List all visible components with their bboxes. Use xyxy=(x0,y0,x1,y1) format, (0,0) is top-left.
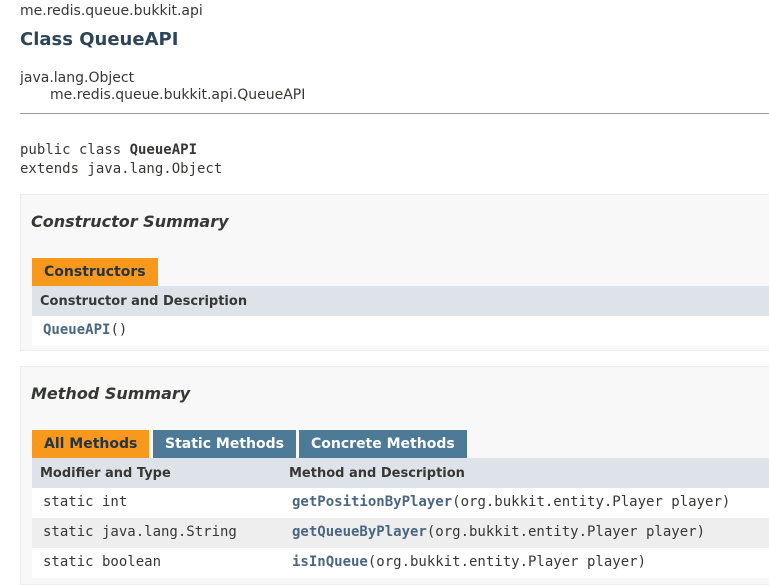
constructor-link[interactable]: QueueAPI xyxy=(43,322,110,338)
method-params: (org.bukkit.entity.Player player) xyxy=(367,554,647,570)
page-title: Class QueueAPI xyxy=(20,29,179,50)
inheritance-child: me.redis.queue.bukkit.api.QueueAPI xyxy=(50,87,306,103)
method-link[interactable]: isInQueue xyxy=(292,554,368,570)
table-row: static boolean isInQueue(org.bukkit.enti… xyxy=(32,548,769,578)
method-modifier: static java.lang.String xyxy=(43,524,237,540)
method-modifier: static int xyxy=(43,494,128,510)
constructor-header-label: Constructor and Description xyxy=(40,294,248,309)
class-signature: public class QueueAPI xyxy=(20,142,197,158)
method-link[interactable]: getPositionByPlayer xyxy=(292,494,452,510)
tab-static-methods[interactable]: Static Methods xyxy=(153,430,296,458)
constructor-summary: Constructor Summary Constructors Constru… xyxy=(20,194,769,351)
method-link[interactable]: getQueueByPlayer xyxy=(292,524,427,540)
signature-prefix: public class xyxy=(20,142,130,158)
method-table-header: Modifier and Type Method and Description xyxy=(32,458,769,488)
signature-class-name: QueueAPI xyxy=(129,142,198,158)
method-params: (org.bukkit.entity.Player player) xyxy=(452,494,731,510)
table-row: static int getPositionByPlayer(org.bukki… xyxy=(32,488,769,518)
constructor-summary-title: Constructor Summary xyxy=(31,212,229,231)
divider xyxy=(20,113,769,114)
table-row: static java.lang.String getQueueByPlayer… xyxy=(32,518,769,548)
tab-concrete-methods[interactable]: Concrete Methods xyxy=(299,430,467,458)
tab-constructors[interactable]: Constructors xyxy=(32,258,158,286)
extends-line: extends java.lang.Object xyxy=(20,161,223,177)
package-label: me.redis.queue.bukkit.api xyxy=(20,3,203,19)
method-summary: Method Summary All Methods Static Method… xyxy=(20,366,769,585)
constructor-params: () xyxy=(110,322,128,338)
method-params: (org.bukkit.entity.Player player) xyxy=(426,524,706,540)
constructor-table-header: Constructor and Description xyxy=(32,286,769,316)
method-summary-title: Method Summary xyxy=(31,384,191,403)
header-method: Method and Description xyxy=(289,466,465,481)
table-row: QueueAPI() xyxy=(32,316,769,346)
header-modifier: Modifier and Type xyxy=(40,466,171,481)
method-modifier: static boolean xyxy=(43,554,162,570)
inheritance-parent: java.lang.Object xyxy=(20,70,135,86)
tab-all-methods[interactable]: All Methods xyxy=(32,430,150,458)
